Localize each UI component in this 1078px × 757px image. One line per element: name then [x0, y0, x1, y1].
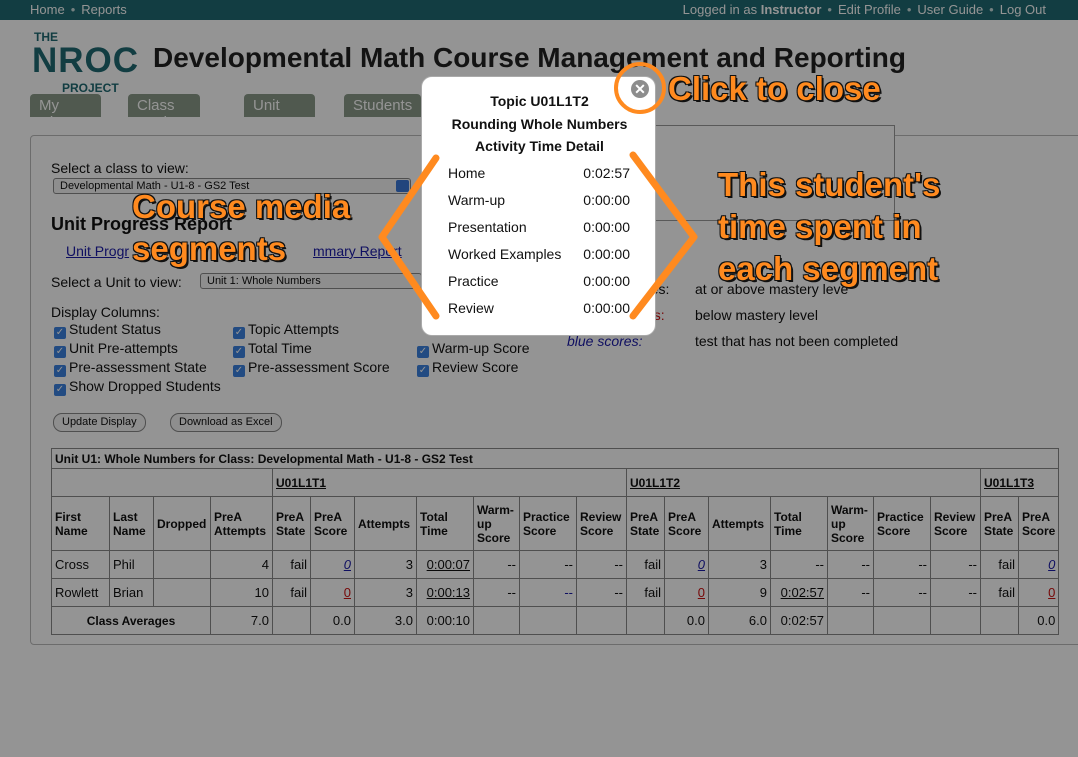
annotation-course-media-2: segments [132, 230, 287, 267]
annotation-graphics [378, 62, 698, 320]
annotation-course-media-1: Course media [132, 188, 351, 225]
annotation-time-1: This student's [718, 166, 941, 203]
annotation-time-2: time spent in [718, 208, 922, 245]
annotation-click-to-close: Click to close [668, 70, 881, 107]
close-highlight-circle [614, 62, 666, 114]
left-bracket-chevron [378, 154, 440, 320]
right-bracket-chevron [629, 151, 698, 320]
annotation-time-3: each segment [718, 250, 939, 287]
